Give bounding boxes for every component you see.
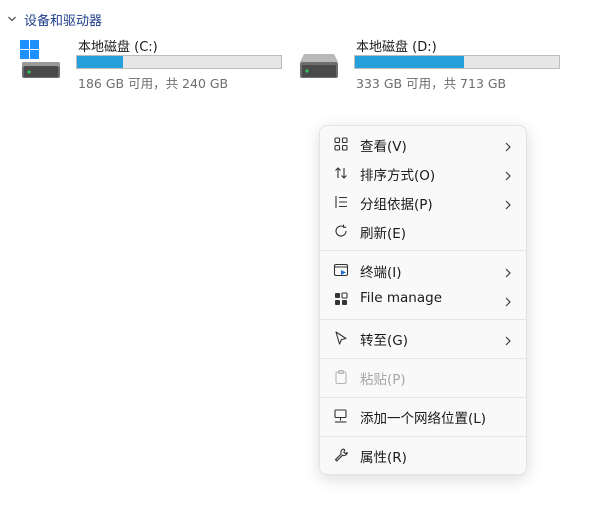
drive-c[interactable]: 本地磁盘 (C:) 186 GB 可用，共 240 GB bbox=[20, 36, 290, 91]
menu-item-label: File manage bbox=[360, 290, 443, 306]
context-menu: 查看(V) 排序方式(O) 分组依据(P) 刷新(E) 终端(I) File m… bbox=[319, 125, 527, 475]
menu-item-label: 分组依据(P) bbox=[360, 197, 433, 213]
apps-grid-icon bbox=[333, 291, 349, 307]
menu-item-properties[interactable]: 属性(R) bbox=[324, 440, 522, 470]
list-group-icon bbox=[333, 194, 349, 210]
clipboard-icon bbox=[333, 369, 349, 385]
chevron-right-icon bbox=[502, 264, 514, 278]
menu-item-label: 添加一个网络位置(L) bbox=[360, 411, 487, 427]
drive-usage-bar bbox=[354, 55, 560, 69]
menu-item-label: 刷新(E) bbox=[360, 226, 407, 242]
chevron-right-icon bbox=[502, 138, 514, 152]
section-title: 设备和驱动器 bbox=[24, 13, 103, 29]
menu-item-sort-by[interactable]: 排序方式(O) bbox=[324, 158, 522, 188]
drive-name: 本地磁盘 (D:) bbox=[356, 40, 437, 55]
menu-item-view[interactable]: 查看(V) bbox=[324, 129, 522, 159]
menu-item-file-manage[interactable]: File manage bbox=[324, 284, 522, 314]
chevron-right-icon bbox=[502, 332, 514, 346]
menu-separator bbox=[320, 358, 526, 359]
network-location-icon bbox=[333, 408, 349, 424]
terminal-icon bbox=[333, 262, 349, 278]
grid-icon bbox=[333, 136, 349, 152]
cursor-icon bbox=[333, 330, 349, 346]
menu-item-refresh[interactable]: 刷新(E) bbox=[324, 216, 522, 246]
wrench-icon bbox=[333, 447, 349, 463]
menu-item-add-network-location[interactable]: 添加一个网络位置(L) bbox=[324, 401, 522, 431]
chevron-right-icon bbox=[502, 196, 514, 210]
menu-item-label: 查看(V) bbox=[360, 139, 407, 155]
menu-separator bbox=[320, 319, 526, 320]
drive-usage-fill bbox=[355, 56, 464, 68]
drive-name: 本地磁盘 (C:) bbox=[78, 40, 158, 55]
windows-drive-icon bbox=[20, 40, 64, 80]
menu-item-terminal[interactable]: 终端(I) bbox=[324, 255, 522, 285]
menu-item-group-by[interactable]: 分组依据(P) bbox=[324, 187, 522, 217]
menu-separator bbox=[320, 397, 526, 398]
menu-item-go-to[interactable]: 转至(G) bbox=[324, 323, 522, 353]
drive-usage-fill bbox=[77, 56, 123, 68]
menu-separator bbox=[320, 250, 526, 251]
chevron-right-icon bbox=[502, 167, 514, 181]
menu-separator bbox=[320, 436, 526, 437]
sort-icon bbox=[333, 165, 349, 181]
drive-free-space: 186 GB 可用，共 240 GB bbox=[78, 76, 229, 91]
menu-item-paste[interactable]: 粘贴(P) bbox=[324, 362, 522, 392]
menu-item-label: 属性(R) bbox=[360, 450, 407, 466]
menu-item-label: 转至(G) bbox=[360, 333, 408, 349]
drive-icon bbox=[298, 40, 342, 80]
menu-item-label: 排序方式(O) bbox=[360, 168, 436, 184]
chevron-down-icon bbox=[6, 13, 18, 25]
refresh-icon bbox=[333, 223, 349, 239]
menu-item-label: 粘贴(P) bbox=[360, 372, 406, 388]
menu-item-label: 终端(I) bbox=[360, 265, 402, 281]
drive-free-space: 333 GB 可用，共 713 GB bbox=[356, 76, 507, 91]
chevron-right-icon bbox=[502, 293, 514, 307]
drive-usage-bar bbox=[76, 55, 282, 69]
drive-d[interactable]: 本地磁盘 (D:) 333 GB 可用，共 713 GB bbox=[298, 36, 568, 91]
devices-drives-section-header[interactable]: 设备和驱动器 bbox=[6, 8, 102, 30]
